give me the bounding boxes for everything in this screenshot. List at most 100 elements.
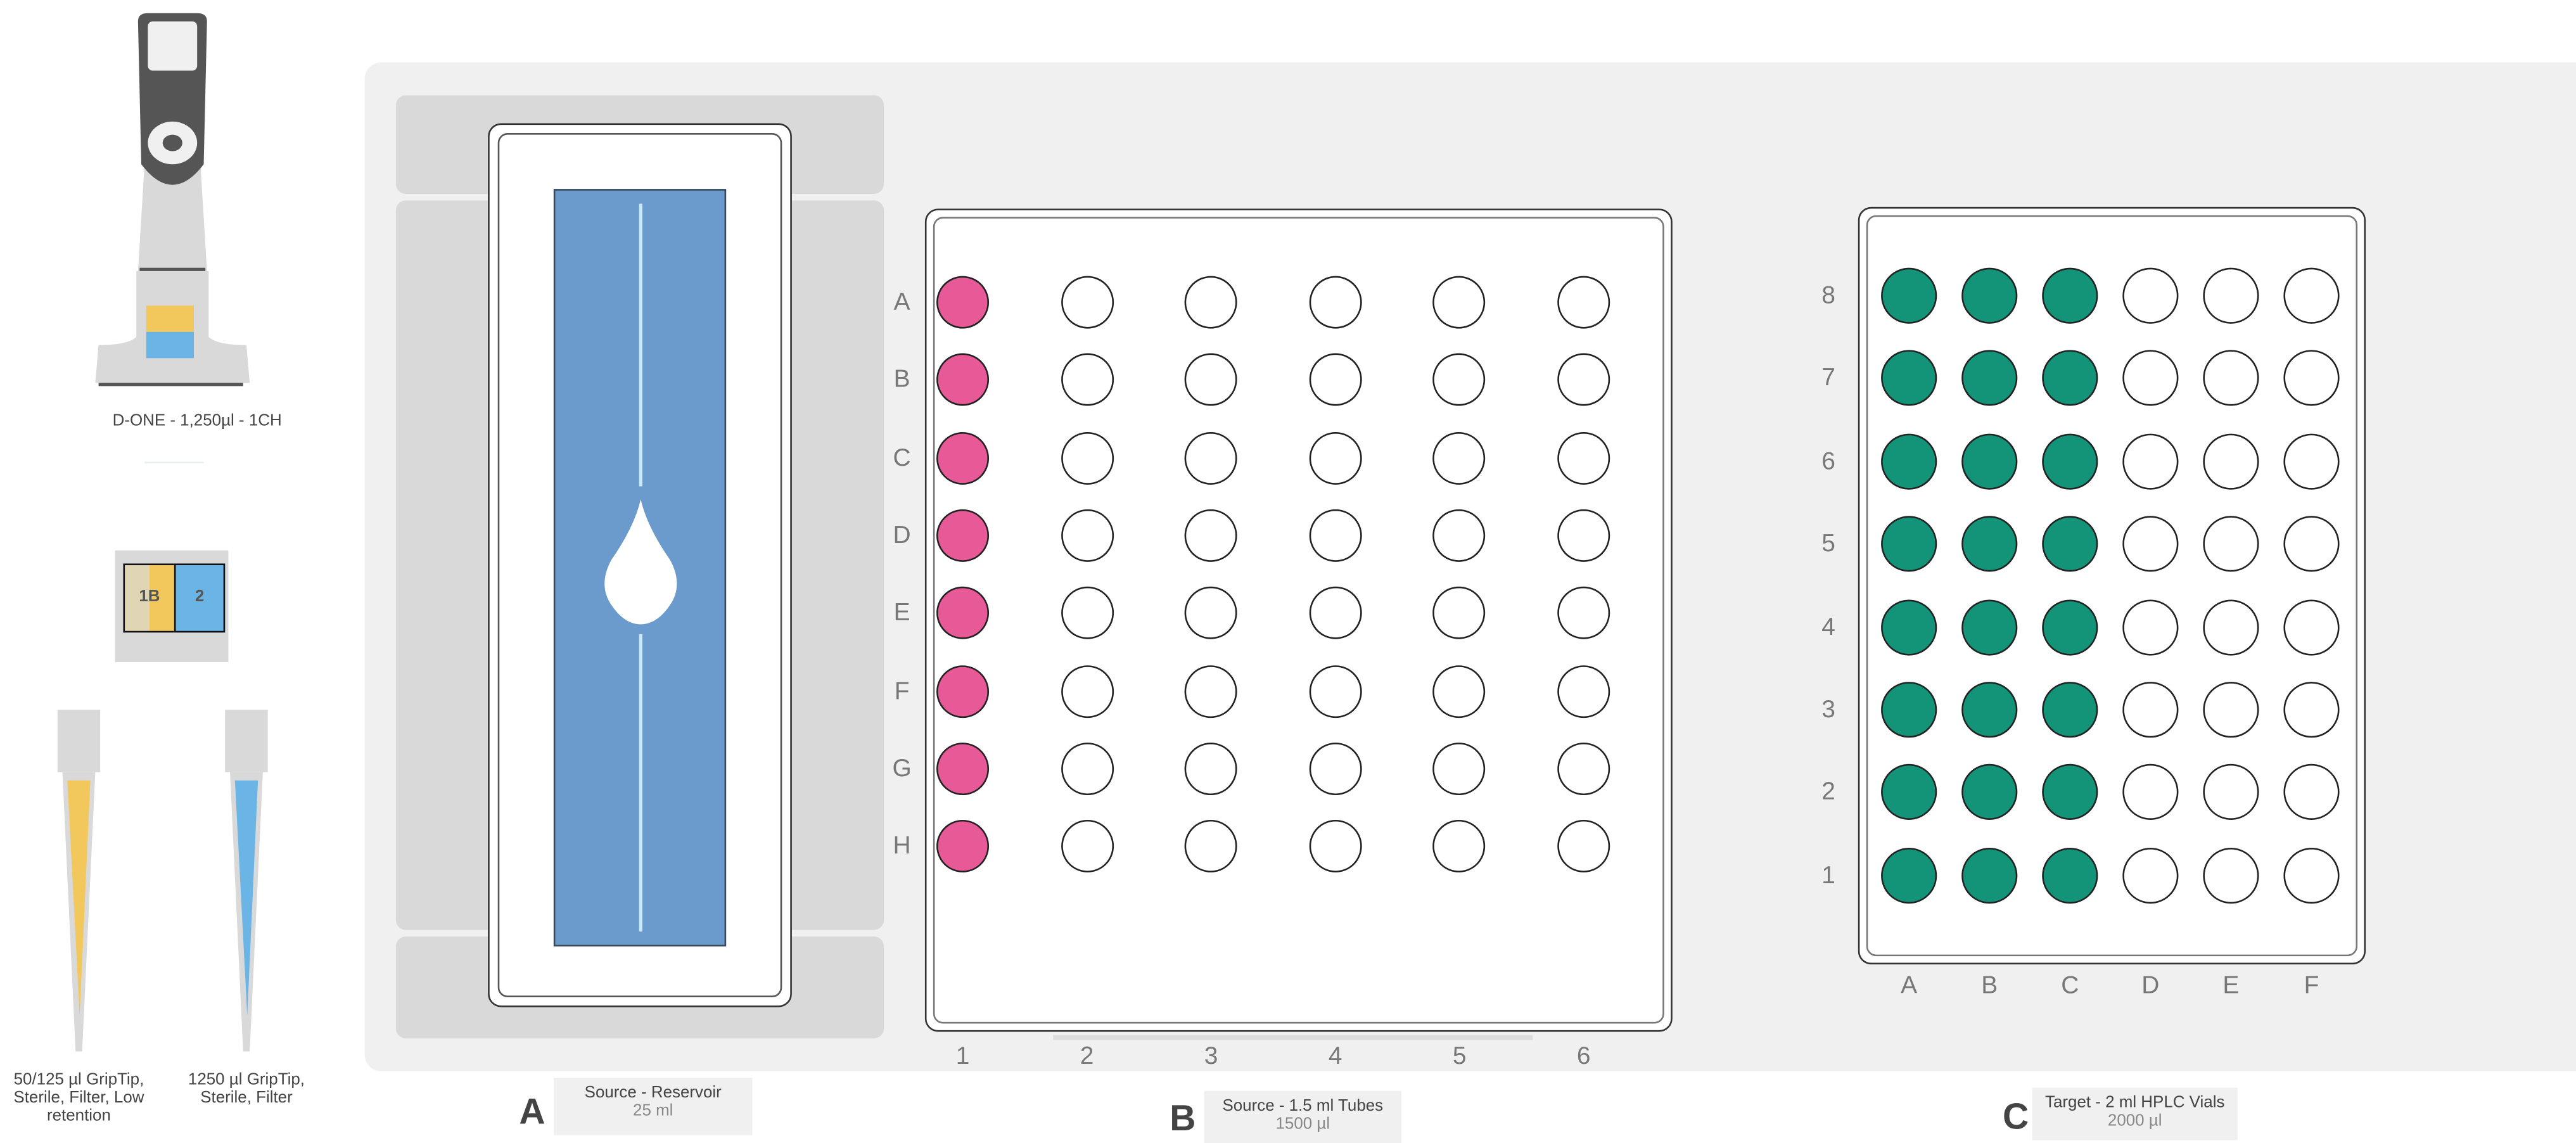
column-label: A xyxy=(1901,971,1918,1000)
row-label: F xyxy=(894,677,910,705)
well-C4[interactable] xyxy=(2042,599,2098,655)
well-C1[interactable] xyxy=(2042,847,2098,904)
position-c-label[interactable]: Target - 2 ml HPLC Vials 2000 µl xyxy=(2032,1087,2238,1140)
well-2G[interactable] xyxy=(1061,742,1114,795)
position-volume: 1500 µl xyxy=(1275,1115,1330,1134)
well-1C[interactable] xyxy=(936,431,990,484)
well-A1[interactable] xyxy=(1881,847,1937,904)
row-label: B xyxy=(893,366,910,394)
well-E6[interactable] xyxy=(2203,433,2259,490)
column-label: B xyxy=(1981,971,1998,1000)
well-1A[interactable] xyxy=(936,276,990,329)
column-label: C xyxy=(2061,971,2079,1000)
well-2F[interactable] xyxy=(1061,664,1114,717)
pipette-icon[interactable] xyxy=(82,8,263,402)
well-F1[interactable] xyxy=(2283,847,2340,904)
row-label: 5 xyxy=(1821,530,1835,558)
well-A3[interactable] xyxy=(1881,682,1937,738)
row-label: 4 xyxy=(1821,613,1835,641)
well-3A[interactable] xyxy=(1185,276,1238,329)
reservoir-liquid xyxy=(553,189,727,947)
well-6H[interactable] xyxy=(1557,820,1610,873)
tip-icon[interactable] xyxy=(49,706,115,1055)
well-C8[interactable] xyxy=(2042,267,2098,324)
well-F4[interactable] xyxy=(2283,599,2340,655)
row-label: 1 xyxy=(1821,861,1835,890)
well-6D[interactable] xyxy=(1557,509,1610,562)
well-4H[interactable] xyxy=(1309,820,1362,873)
position-b-label[interactable]: Source - 1.5 ml Tubes 1500 µl xyxy=(1204,1090,1401,1143)
well-6F[interactable] xyxy=(1557,664,1610,717)
well-6C[interactable] xyxy=(1557,431,1610,484)
row-label: C xyxy=(893,444,911,472)
row-label: 2 xyxy=(1821,778,1835,807)
well-D1[interactable] xyxy=(2122,847,2179,904)
well-4F[interactable] xyxy=(1309,664,1362,717)
row-label: A xyxy=(893,288,910,317)
well-4B[interactable] xyxy=(1309,354,1362,407)
well-1H[interactable] xyxy=(936,820,990,873)
well-2A[interactable] xyxy=(1061,276,1114,329)
well-4D[interactable] xyxy=(1309,509,1362,562)
well-E5[interactable] xyxy=(2203,516,2259,572)
well-6A[interactable] xyxy=(1557,276,1610,329)
tip-slot-1b[interactable]: 1B xyxy=(123,563,174,633)
well-E3[interactable] xyxy=(2203,682,2259,738)
well-A5[interactable] xyxy=(1881,516,1937,572)
well-E4[interactable] xyxy=(2203,599,2259,655)
well-F5[interactable] xyxy=(2283,516,2340,572)
well-2H[interactable] xyxy=(1061,820,1114,873)
well-5G[interactable] xyxy=(1433,742,1486,795)
well-C3[interactable] xyxy=(2042,682,2098,738)
pipette-label: D-ONE - 1,250µl - 1CH xyxy=(112,412,282,431)
well-F3[interactable] xyxy=(2283,682,2340,738)
well-B4[interactable] xyxy=(1961,599,2018,655)
well-B1[interactable] xyxy=(1961,847,2018,904)
well-B8[interactable] xyxy=(1961,267,2018,324)
well-1F[interactable] xyxy=(936,664,990,717)
well-1D[interactable] xyxy=(936,509,990,562)
well-4E[interactable] xyxy=(1309,587,1362,640)
column-label: D xyxy=(2141,971,2160,1000)
well-B5[interactable] xyxy=(1961,516,2018,572)
tip-slot-2[interactable]: 2 xyxy=(174,563,226,633)
well-E1[interactable] xyxy=(2203,847,2259,904)
well-A8[interactable] xyxy=(1881,267,1937,324)
well-3G[interactable] xyxy=(1185,742,1238,795)
well-B6[interactable] xyxy=(1961,433,2018,490)
column-label: 1 xyxy=(955,1042,970,1071)
well-4A[interactable] xyxy=(1309,276,1362,329)
well-D3[interactable] xyxy=(2122,682,2179,738)
well-4C[interactable] xyxy=(1309,431,1362,484)
well-D5[interactable] xyxy=(2122,516,2179,572)
well-F6[interactable] xyxy=(2283,433,2340,490)
well-2C[interactable] xyxy=(1061,431,1114,484)
position-letter: B xyxy=(1170,1097,1196,1139)
well-B3[interactable] xyxy=(1961,682,2018,738)
well-C5[interactable] xyxy=(2042,516,2098,572)
well-D8[interactable] xyxy=(2122,267,2179,324)
well-C6[interactable] xyxy=(2042,433,2098,490)
divider xyxy=(144,461,204,464)
well-E8[interactable] xyxy=(2203,267,2259,324)
row-label: 8 xyxy=(1821,281,1835,310)
well-2D[interactable] xyxy=(1061,509,1114,562)
well-D4[interactable] xyxy=(2122,599,2179,655)
well-3C[interactable] xyxy=(1185,431,1238,484)
well-A4[interactable] xyxy=(1881,599,1937,655)
column-label: 6 xyxy=(1576,1042,1591,1071)
well-3D[interactable] xyxy=(1185,509,1238,562)
well-6G[interactable] xyxy=(1557,742,1610,795)
tip-icon[interactable] xyxy=(217,706,283,1055)
well-1G[interactable] xyxy=(936,742,990,795)
well-1E[interactable] xyxy=(936,587,990,640)
well-4G[interactable] xyxy=(1309,742,1362,795)
well-F8[interactable] xyxy=(2283,267,2340,324)
well-A6[interactable] xyxy=(1881,433,1937,490)
position-a-label[interactable]: Source - Reservoir 25 ml xyxy=(553,1078,753,1135)
position-letter: A xyxy=(519,1090,545,1132)
well-2E[interactable] xyxy=(1061,587,1114,640)
row-label: D xyxy=(893,521,911,550)
well-D6[interactable] xyxy=(2122,433,2179,490)
well-6E[interactable] xyxy=(1557,587,1610,640)
